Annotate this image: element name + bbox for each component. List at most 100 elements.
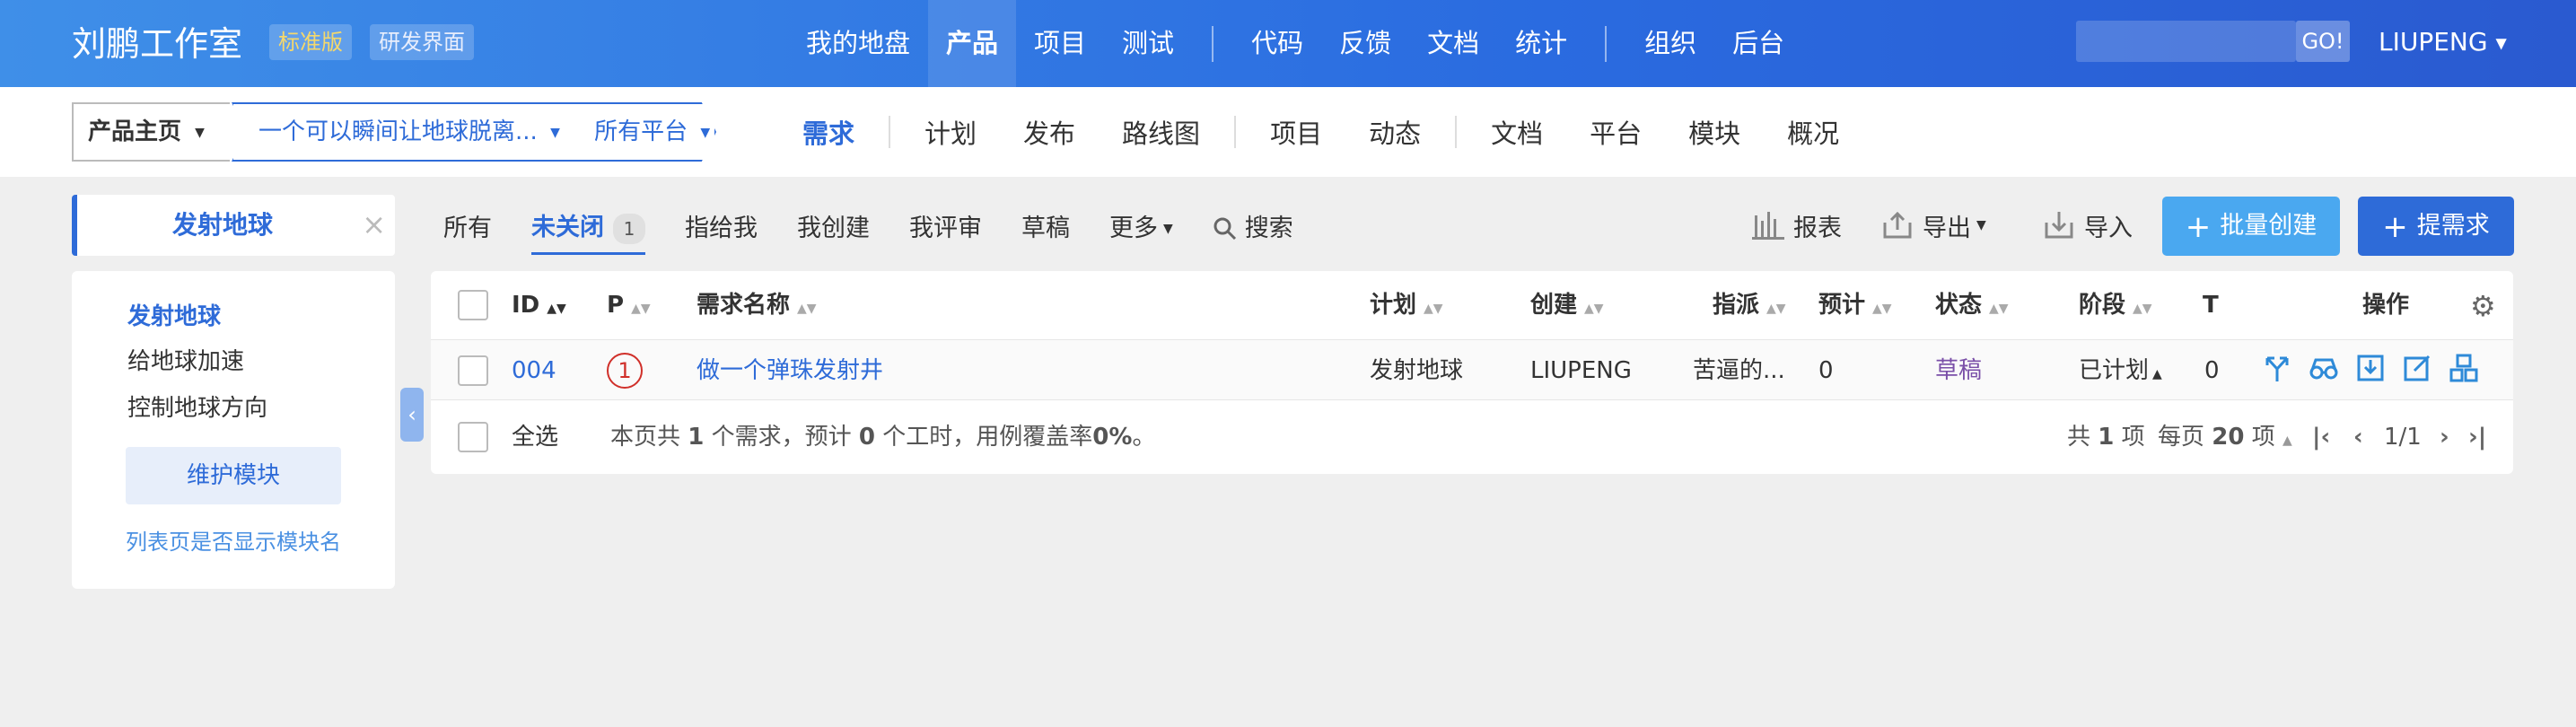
global-search-input[interactable] — [2076, 21, 2296, 62]
nav-project[interactable]: 项目 — [1016, 0, 1104, 87]
nav-test[interactable]: 测试 — [1104, 0, 1192, 87]
first-page-icon[interactable]: |‹ — [2312, 400, 2330, 474]
col-stage-label: 阶段 — [2079, 292, 2126, 319]
col-pri-header[interactable]: P ▲▼ — [607, 271, 651, 339]
col-status-header[interactable]: 状态 ▲▼ — [1935, 271, 2009, 339]
nav-docs[interactable]: 文档 — [1409, 0, 1497, 87]
gear-icon[interactable]: ⚙ — [2470, 289, 2496, 323]
select-all-label[interactable]: 全选 — [512, 400, 558, 474]
next-page-icon[interactable]: › — [2440, 400, 2449, 474]
product-home-label: 产品主页 — [88, 118, 182, 145]
module-item-launch[interactable]: 发射地球 — [127, 298, 221, 331]
split-icon[interactable] — [2262, 353, 2292, 383]
total-value: 1 — [2098, 424, 2115, 451]
filter-reviewed-by-me[interactable]: 我评审 — [909, 208, 982, 243]
nav-divider — [1605, 25, 1608, 62]
submit-icon[interactable] — [2355, 353, 2386, 383]
tab-module[interactable]: 模块 — [1665, 113, 1764, 151]
tab-plan[interactable]: 计划 — [901, 113, 1000, 151]
tab-release[interactable]: 发布 — [1000, 113, 1099, 151]
tab-roadmap[interactable]: 路线图 — [1099, 113, 1223, 151]
show-module-name-link[interactable]: 列表页是否显示模块名 — [126, 524, 341, 556]
chevron-left-icon: ‹ — [407, 402, 416, 427]
filter-assigned-to-me[interactable]: 指给我 — [685, 208, 758, 243]
story-title-link[interactable]: 做一个弹珠发射井 — [697, 340, 883, 401]
filter-more-dropdown[interactable]: 更多 ▼ — [1109, 208, 1173, 243]
col-title-header[interactable]: 需求名称 ▲▼ — [697, 271, 817, 339]
export-icon — [1883, 211, 1912, 239]
per-page-value: 20 — [2212, 424, 2245, 451]
col-assigned-label: 指派 — [1713, 292, 1760, 319]
edit-icon[interactable] — [2402, 353, 2432, 383]
brand-name[interactable]: 刘鹏工作室 — [72, 16, 242, 66]
per-page-selector[interactable]: 每页 20 项 ▲ — [2158, 400, 2292, 477]
col-id-header[interactable]: ID ▲▼ — [512, 271, 566, 339]
story-stage: 已计划 — [2079, 357, 2150, 384]
import-label: 导入 — [2084, 214, 2133, 242]
nav-product[interactable]: 产品 — [928, 0, 1017, 87]
tab-story[interactable]: 需求 — [779, 113, 878, 151]
report-label: 报表 — [1793, 214, 1842, 242]
filter-draft[interactable]: 草稿 — [1021, 208, 1070, 243]
subnav-divider — [1455, 116, 1458, 148]
export-label: 导出 — [1923, 214, 1971, 242]
col-creator-header[interactable]: 创建 ▲▼ — [1530, 271, 1604, 339]
sort-icon: ▲▼ — [547, 302, 566, 316]
select-all-header-checkbox[interactable] — [458, 290, 488, 320]
tab-overview[interactable]: 概况 — [1764, 113, 1862, 151]
export-button[interactable]: 导出 ▼ — [1881, 195, 1986, 256]
review-icon[interactable] — [2309, 353, 2339, 383]
module-item-accelerate[interactable]: 给地球加速 — [127, 343, 244, 376]
search-go-button[interactable]: GO! — [2296, 21, 2350, 62]
tab-dynamic[interactable]: 动态 — [1345, 113, 1444, 151]
tab-docs[interactable]: 文档 — [1468, 113, 1566, 151]
table-row[interactable]: 004 1 做一个弹珠发射井 发射地球 LIUPENG 苦逼的... 0 草稿 … — [431, 339, 2513, 400]
row-checkbox[interactable] — [458, 355, 488, 386]
story-stage-dropdown[interactable]: 已计划 ▲ — [2079, 340, 2162, 401]
product-home-dropdown[interactable]: 产品主页 ▼ — [72, 102, 230, 162]
col-title-label: 需求名称 — [697, 292, 791, 319]
tab-platform[interactable]: 平台 — [1566, 113, 1665, 151]
nav-admin[interactable]: 后台 — [1714, 0, 1802, 87]
module-item-direction[interactable]: 控制地球方向 — [127, 390, 267, 423]
nav-org[interactable]: 组织 — [1626, 0, 1714, 87]
nav-code[interactable]: 代码 — [1233, 0, 1321, 87]
module-filter-tab[interactable]: 发射地球 × — [72, 195, 395, 256]
close-icon[interactable]: × — [362, 207, 386, 241]
create-story-button[interactable]: + 提需求 — [2358, 197, 2514, 256]
platform-selector[interactable]: 所有平台 — [594, 118, 688, 145]
story-id-link[interactable]: 004 — [512, 340, 556, 401]
filter-all[interactable]: 所有 — [443, 208, 492, 243]
sort-icon: ▲▼ — [1766, 302, 1786, 316]
nav-stats[interactable]: 统计 — [1497, 0, 1585, 87]
col-estimate-header[interactable]: 预计 ▲▼ — [1818, 271, 1892, 339]
col-plan-header[interactable]: 计划 ▲▼ — [1370, 271, 1443, 339]
search-toggle[interactable]: 搜索 — [1213, 208, 1293, 243]
filter-unclosed[interactable]: 未关闭 1 — [531, 207, 645, 255]
report-button[interactable]: 报表 — [1752, 195, 1842, 256]
nav-feedback[interactable]: 反馈 — [1321, 0, 1409, 87]
create-case-icon[interactable] — [2449, 353, 2479, 383]
col-stage-header[interactable]: 阶段 ▲▼ — [2079, 271, 2152, 339]
batch-create-label: 批量创建 — [2220, 212, 2318, 240]
caret-up-icon: ▲ — [2152, 367, 2162, 381]
last-page-icon[interactable]: ›| — [2468, 400, 2486, 474]
import-button[interactable]: 导入 — [2043, 195, 2133, 256]
ui-mode-tag[interactable]: 研发界面 — [370, 24, 474, 60]
select-all-checkbox[interactable] — [458, 422, 488, 452]
tab-project[interactable]: 项目 — [1247, 113, 1345, 151]
filter-created-by-me[interactable]: 我创建 — [797, 208, 870, 243]
batch-create-button[interactable]: + 批量创建 — [2162, 197, 2340, 256]
page-indicator: 1/1 — [2384, 424, 2422, 451]
product-name[interactable]: 一个可以瞬间让地球脱离... — [258, 118, 538, 145]
prev-page-icon[interactable]: ‹ — [2353, 400, 2363, 474]
user-menu[interactable]: LIUPENG ▼ — [2379, 27, 2507, 57]
nav-my-dashboard[interactable]: 我的地盘 — [788, 0, 928, 87]
story-filter-tabs: 所有 未关闭 1 指给我 我创建 我评审 草稿 更多 ▼ 搜索 — [443, 195, 1333, 256]
product-selector[interactable]: 一个可以瞬间让地球脱离... ▼ 所有平台 ▼ — [232, 102, 716, 162]
col-assigned-header[interactable]: 指派 ▲▼ — [1713, 271, 1786, 339]
maintain-module-button[interactable]: 维护模块 — [126, 447, 341, 504]
summary-text: 个需求，预计 — [711, 424, 852, 451]
sidebar-collapse-toggle[interactable]: ‹ — [400, 388, 424, 442]
story-status: 草稿 — [1935, 357, 1983, 384]
